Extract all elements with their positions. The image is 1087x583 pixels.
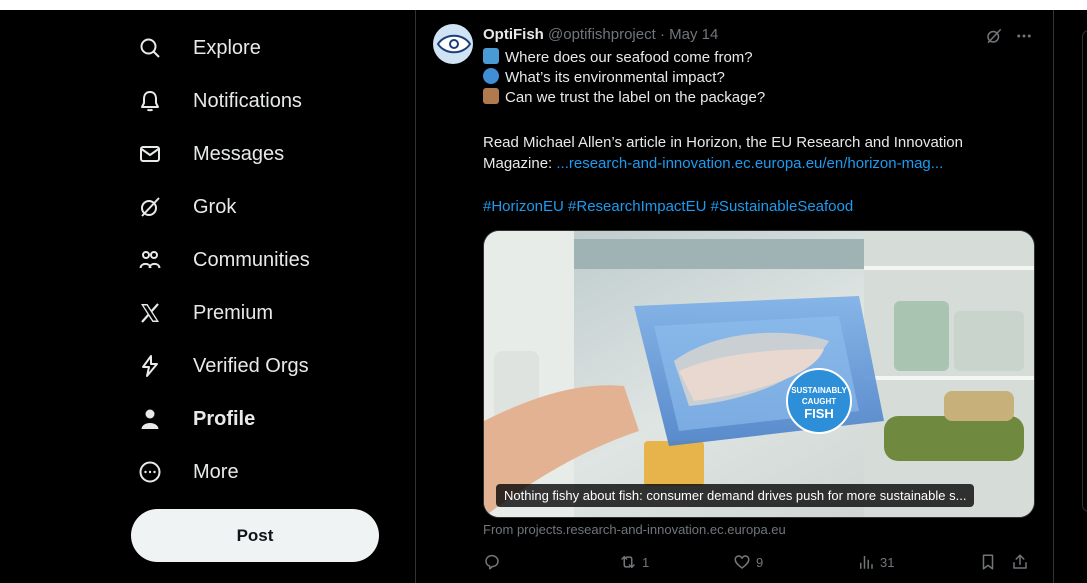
media-caption: Nothing fishy about fish: consumer deman…: [496, 484, 975, 507]
tweet-article-prefix: Magazine:: [483, 155, 557, 172]
sidebar-item-label: Premium: [193, 301, 274, 324]
media-card[interactable]: SUSTAINABLY CAUGHT FISH Nothing fishy ab…: [483, 230, 1035, 518]
views-icon: [860, 556, 873, 569]
more-circle-icon: [138, 460, 162, 484]
repost-icon: [621, 556, 635, 568]
tweet-line: What’s its environmental impact?: [483, 68, 725, 88]
sticker-text: CAUGHT: [802, 397, 836, 406]
sidebar-item-profile[interactable]: Profile: [138, 399, 255, 439]
column-divider: [1053, 10, 1054, 583]
link-source[interactable]: From projects.research-and-innovation.ec…: [483, 522, 786, 537]
grok-icon: [138, 195, 162, 219]
lightning-icon: [138, 354, 162, 378]
bookmark-button[interactable]: [979, 553, 1002, 571]
tweet[interactable]: OptiFish @optifishproject · May 14 Where…: [416, 10, 1053, 583]
right-panel-edge: [1082, 30, 1087, 512]
bell-icon: [138, 89, 162, 113]
sidebar-item-label: Explore: [193, 36, 261, 59]
sidebar-item-more[interactable]: More: [138, 452, 239, 492]
reply-button[interactable]: [483, 553, 506, 571]
top-edge: [0, 0, 1087, 10]
sidebar-item-label: Verified Orgs: [193, 354, 309, 377]
tweet-line-text: What’s its environmental impact?: [505, 69, 725, 86]
fridge-fish-photo: SUSTAINABLY CAUGHT FISH: [484, 231, 1034, 517]
sidebar-item-label: Communities: [193, 248, 310, 271]
tweet-article-line: Magazine: ...research-and-innovation.ec.…: [483, 154, 943, 174]
sidebar-item-notifications[interactable]: Notifications: [138, 81, 302, 121]
globe-emoji-icon: [483, 68, 499, 84]
tweet-line-text: Where does our seafood come from?: [505, 49, 753, 66]
sidebar-item-explore[interactable]: Explore: [138, 28, 261, 68]
tweet-actions: 1 9 31: [483, 553, 1043, 573]
sidebar-item-grok[interactable]: Grok: [138, 187, 236, 227]
fish-logo-icon: [436, 34, 472, 54]
sticker-text: FISH: [804, 406, 834, 421]
author-handle[interactable]: @optifishproject: [548, 26, 656, 43]
envelope-icon: [138, 142, 162, 166]
sticker-text: SUSTAINABLY: [791, 386, 847, 395]
sidebar-item-communities[interactable]: Communities: [138, 240, 310, 280]
tweet-line: Where does our seafood come from?: [483, 48, 753, 68]
author-name[interactable]: OptiFish: [483, 26, 544, 43]
grok-icon[interactable]: [985, 27, 1003, 45]
tweet-line: Can we trust the label on the package?: [483, 88, 765, 108]
sidebar: Explore Notifications Messages Grok Comm…: [0, 10, 415, 583]
views-count: 31: [880, 554, 895, 570]
like-count: 9: [756, 554, 764, 570]
sidebar-item-label: Notifications: [193, 89, 302, 112]
search-icon: [138, 36, 162, 60]
person-icon: [138, 407, 162, 431]
sidebar-item-label: Profile: [193, 407, 256, 430]
fish-emoji-icon: [483, 48, 499, 64]
tweet-article-text: Read Michael Allen’s article in Horizon,…: [483, 134, 963, 151]
repost-button[interactable]: 1: [619, 553, 649, 571]
sidebar-item-label: Grok: [193, 195, 237, 218]
hashtags[interactable]: #HorizonEU #ResearchImpactEU #Sustainabl…: [483, 197, 853, 217]
tweet-line-text: Can we trust the label on the package?: [505, 89, 766, 106]
x-logo-icon: [138, 301, 162, 325]
tweet-date[interactable]: May 14: [669, 26, 718, 43]
article-link[interactable]: ...research-and-innovation.ec.europa.eu/…: [556, 155, 943, 172]
bookmark-icon: [982, 554, 994, 570]
like-button[interactable]: 9: [733, 553, 763, 571]
sidebar-item-label: More: [193, 460, 239, 483]
reply-icon: [485, 554, 499, 570]
share-icon: [1013, 554, 1027, 569]
share-button[interactable]: [1011, 553, 1034, 571]
separator: ·: [659, 26, 665, 43]
more-icon[interactable]: [1014, 27, 1034, 45]
heart-icon: [734, 555, 750, 569]
avatar[interactable]: [433, 24, 473, 64]
repost-count: 1: [642, 554, 650, 570]
views-button[interactable]: 31: [857, 553, 894, 571]
post-button[interactable]: Post: [131, 509, 379, 562]
package-emoji-icon: [483, 88, 499, 104]
sidebar-item-premium[interactable]: Premium: [138, 293, 273, 333]
sidebar-item-verified-orgs[interactable]: Verified Orgs: [138, 346, 309, 386]
people-icon: [138, 248, 162, 272]
sidebar-item-messages[interactable]: Messages: [138, 134, 284, 174]
tweet-header: OptiFish @optifishproject · May 14: [483, 26, 718, 43]
sidebar-item-label: Messages: [193, 142, 285, 165]
